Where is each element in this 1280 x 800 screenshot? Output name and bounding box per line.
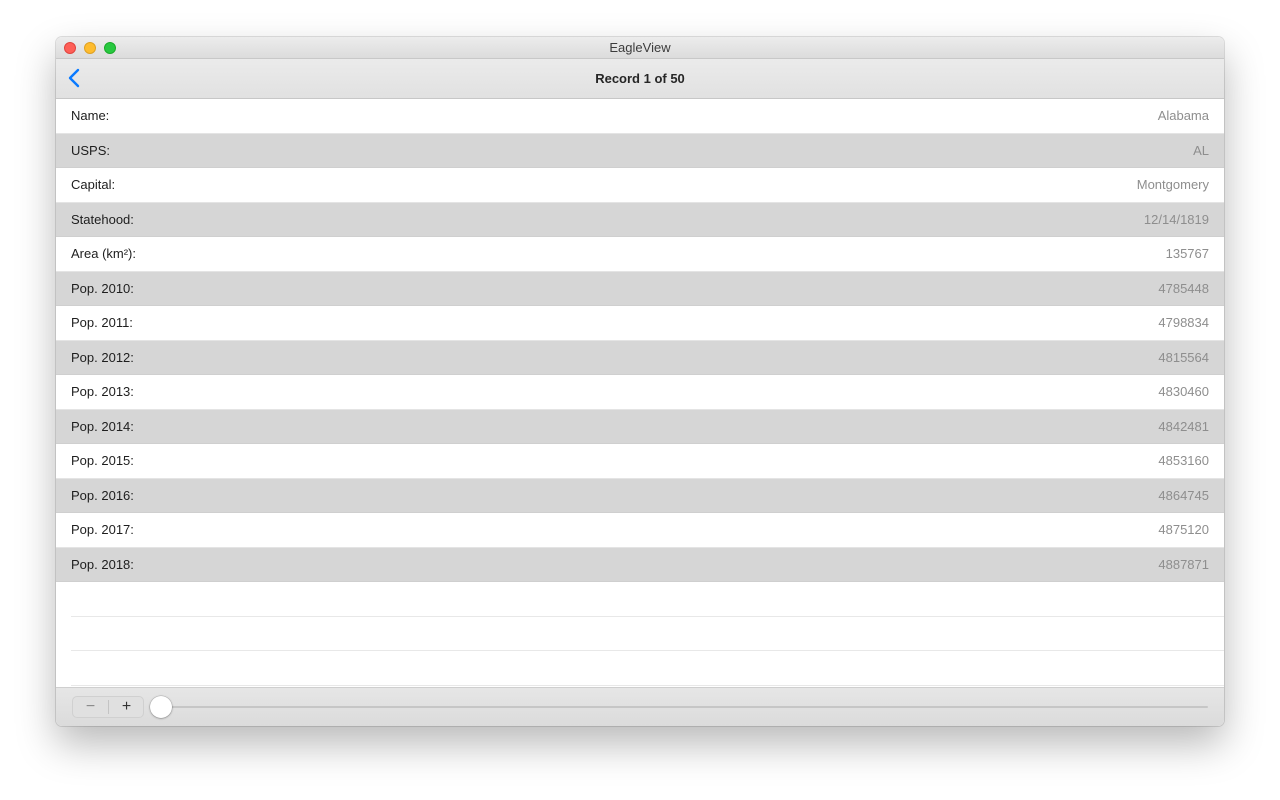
next-record-button[interactable]: +	[109, 697, 144, 717]
record-field-row: Area (km²): 135767	[56, 237, 1224, 272]
field-label: Area (km²):	[71, 246, 136, 261]
record-field-row: Pop. 2014: 4842481	[56, 409, 1224, 444]
field-label: Pop. 2014:	[71, 418, 134, 434]
field-value: 4785448	[1158, 280, 1209, 296]
record-stepper: − +	[72, 696, 144, 718]
field-value: 4815564	[1158, 349, 1209, 365]
record-field-row: Pop. 2017: 4875120	[56, 513, 1224, 548]
navigation-bar: Record 1 of 50	[56, 59, 1224, 99]
field-label: Name:	[71, 108, 110, 123]
field-value: Alabama	[1157, 108, 1209, 123]
record-field-row: Statehood: 12/14/1819	[56, 202, 1224, 237]
record-field-row: Pop. 2013: 4830460	[56, 375, 1224, 410]
field-label: Pop. 2011:	[71, 315, 133, 330]
previous-record-button[interactable]: −	[73, 697, 108, 717]
field-value: 4842481	[1158, 418, 1209, 434]
record-field-row: Pop. 2011: 4798834	[56, 306, 1224, 341]
field-label: USPS:	[71, 142, 111, 158]
record-field-row: Capital: Montgomery	[56, 168, 1224, 203]
empty-row	[71, 582, 1224, 617]
field-label: Pop. 2013:	[71, 384, 134, 399]
window-title: EagleView	[609, 40, 671, 55]
field-value: 135767	[1165, 246, 1209, 261]
slider-track	[150, 706, 1208, 708]
field-value: AL	[1193, 142, 1209, 158]
field-label: Pop. 2015:	[71, 453, 134, 468]
field-value: 4798834	[1158, 315, 1209, 330]
field-value: 4830460	[1158, 384, 1209, 399]
record-fields-list: Name: Alabama USPS: AL Capital: Montgomery Sta…	[56, 99, 1224, 686]
record-slider[interactable]	[150, 696, 1208, 718]
field-label: Pop. 2017:	[71, 522, 134, 537]
field-value: 4853160	[1158, 453, 1209, 468]
record-field-row: Pop. 2018: 4887871	[56, 547, 1224, 582]
field-value: 4875120	[1158, 522, 1209, 537]
field-value: Montgomery	[1136, 177, 1209, 192]
bottom-toolbar: − +	[56, 687, 1224, 726]
empty-row	[71, 651, 1224, 686]
empty-row	[71, 617, 1224, 651]
field-label: Pop. 2010:	[71, 280, 134, 296]
record-field-row: Pop. 2015: 4853160	[56, 444, 1224, 479]
field-label: Capital:	[71, 177, 116, 192]
field-value: 4864745	[1158, 487, 1209, 503]
record-field-row: Pop. 2012: 4815564	[56, 340, 1224, 375]
title-bar: EagleView	[56, 37, 1224, 59]
record-field-row: Pop. 2016: 4864745	[56, 478, 1224, 513]
field-value: 12/14/1819	[1143, 211, 1209, 227]
field-value: 4887871	[1158, 556, 1209, 572]
field-label: Pop. 2012:	[71, 349, 134, 365]
app-window: EagleView Record 1 of 50 Name: Alabama USP…	[56, 37, 1224, 726]
field-label: Pop. 2018:	[71, 556, 134, 572]
slider-knob[interactable]	[150, 696, 172, 718]
record-field-row: Pop. 2010: 4785448	[56, 271, 1224, 306]
record-title: Record 1 of 50	[595, 71, 685, 86]
field-label: Pop. 2016:	[71, 487, 134, 503]
record-field-row: Name: Alabama	[56, 99, 1224, 134]
field-label: Statehood:	[71, 211, 134, 227]
record-field-row: USPS: AL	[56, 133, 1224, 168]
